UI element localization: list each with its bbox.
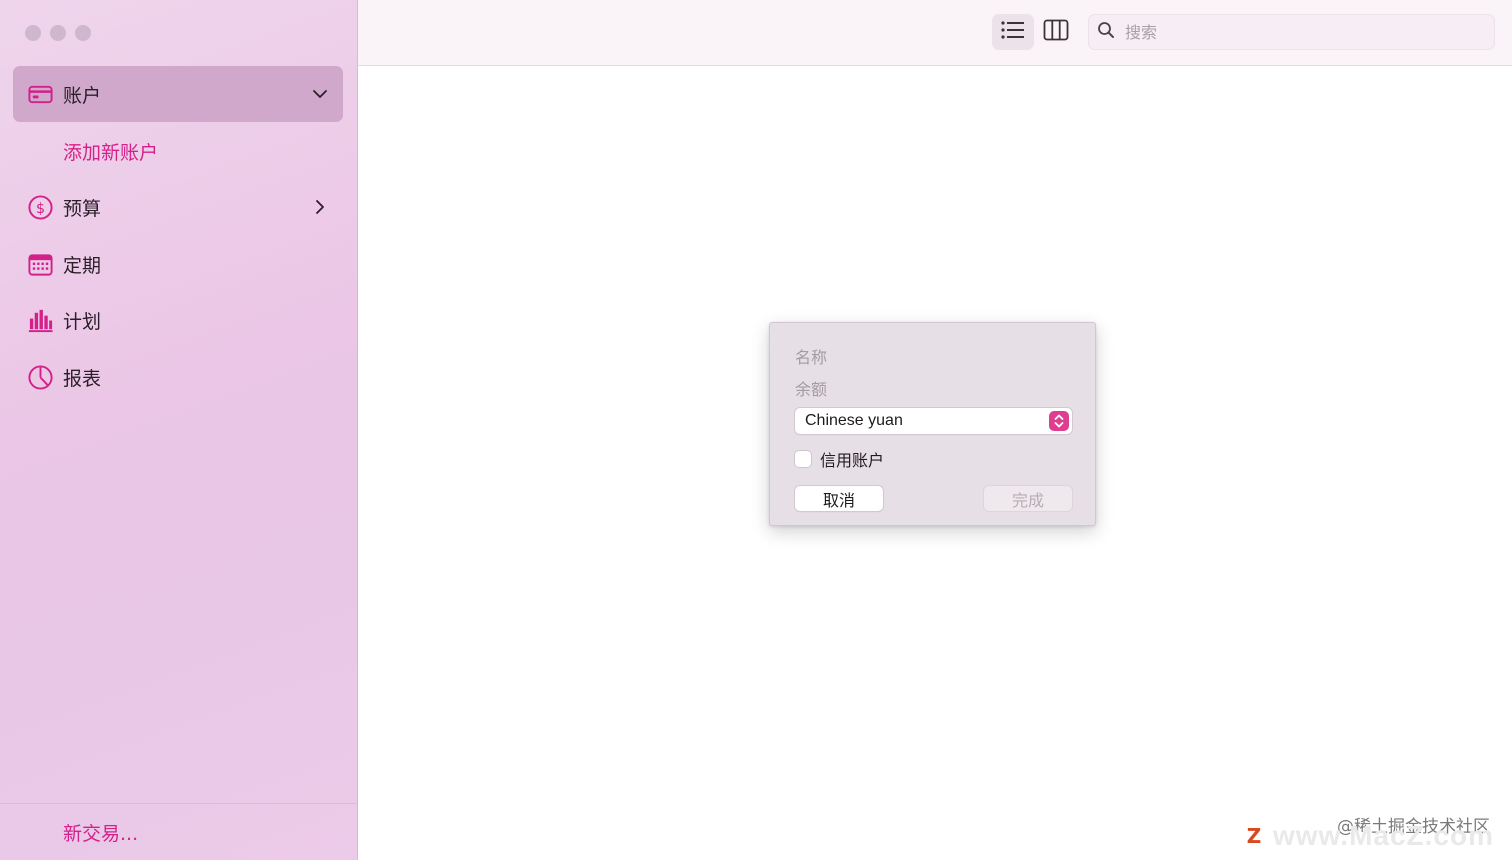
- sidebar-item-reports[interactable]: 报表: [13, 349, 343, 405]
- balance-field[interactable]: 余额: [795, 376, 827, 400]
- window-controls: [25, 25, 91, 41]
- zoom-window-button[interactable]: [75, 25, 91, 41]
- sidebar-footer: 新交易...: [0, 803, 357, 860]
- sidebar-item-accounts[interactable]: 账户: [13, 66, 343, 122]
- name-field[interactable]: 名称: [795, 344, 827, 368]
- up-down-arrows-icon: [1049, 411, 1069, 431]
- sidebar-item-label: 计划: [63, 310, 102, 333]
- sidebar-item-label: 预算: [63, 197, 102, 220]
- macz-watermark: Z www.MacZ.com: [1241, 820, 1494, 852]
- sidebar-item-budget[interactable]: $ 预算: [13, 179, 343, 235]
- search-input[interactable]: [1123, 21, 1487, 43]
- credit-account-label: 信用账户: [820, 451, 885, 470]
- new-account-dialog: 名称 余额 Chinese yuan 信用账户 取消 完成: [769, 322, 1096, 526]
- sidebar-item-recurring[interactable]: 定期: [13, 236, 343, 292]
- close-window-button[interactable]: [25, 25, 41, 41]
- column-view-icon: [1043, 19, 1069, 45]
- cancel-button[interactable]: 取消: [795, 486, 883, 511]
- sidebar-item-label: 报表: [63, 367, 102, 390]
- search-icon: [1097, 21, 1115, 43]
- chevron-right-icon[interactable]: [311, 198, 329, 216]
- currency-value: Chinese yuan: [805, 412, 903, 429]
- toolbar: [358, 0, 1512, 66]
- app-window: 账户 添加新账户 $ 预算 定期 计划 报表 新交易... 搜索 名称 余额 C…: [0, 0, 1512, 860]
- calendar-icon: [27, 251, 54, 278]
- sidebar: 账户 添加新账户 $ 预算 定期 计划 报表 新交易...: [0, 0, 358, 860]
- search-field[interactable]: [1088, 14, 1495, 50]
- credit-card-icon: [27, 81, 54, 108]
- sidebar-item-label: 账户: [63, 84, 102, 107]
- done-button[interactable]: 完成: [984, 486, 1072, 511]
- add-new-account-link[interactable]: 添加新账户: [63, 138, 158, 165]
- chevron-down-icon[interactable]: [311, 85, 329, 103]
- bar-chart-icon: [27, 307, 54, 334]
- column-view-button[interactable]: [1035, 14, 1077, 50]
- macz-logo-icon: Z: [1246, 824, 1262, 848]
- svg-text:$: $: [36, 200, 45, 216]
- dollar-circle-icon: $: [27, 194, 54, 221]
- credit-account-option: 信用账户: [795, 447, 884, 471]
- macz-watermark-text: www.MacZ.com: [1272, 820, 1494, 851]
- pie-chart-icon: [27, 364, 54, 391]
- sidebar-item-plans[interactable]: 计划: [13, 292, 343, 348]
- new-transaction-button[interactable]: 新交易...: [63, 819, 138, 846]
- credit-account-checkbox[interactable]: [795, 451, 811, 467]
- minimize-window-button[interactable]: [50, 25, 66, 41]
- sidebar-item-label: 定期: [63, 254, 102, 277]
- list-view-button[interactable]: [992, 14, 1034, 50]
- list-view-icon: [1000, 19, 1026, 45]
- currency-select[interactable]: Chinese yuan: [795, 408, 1072, 434]
